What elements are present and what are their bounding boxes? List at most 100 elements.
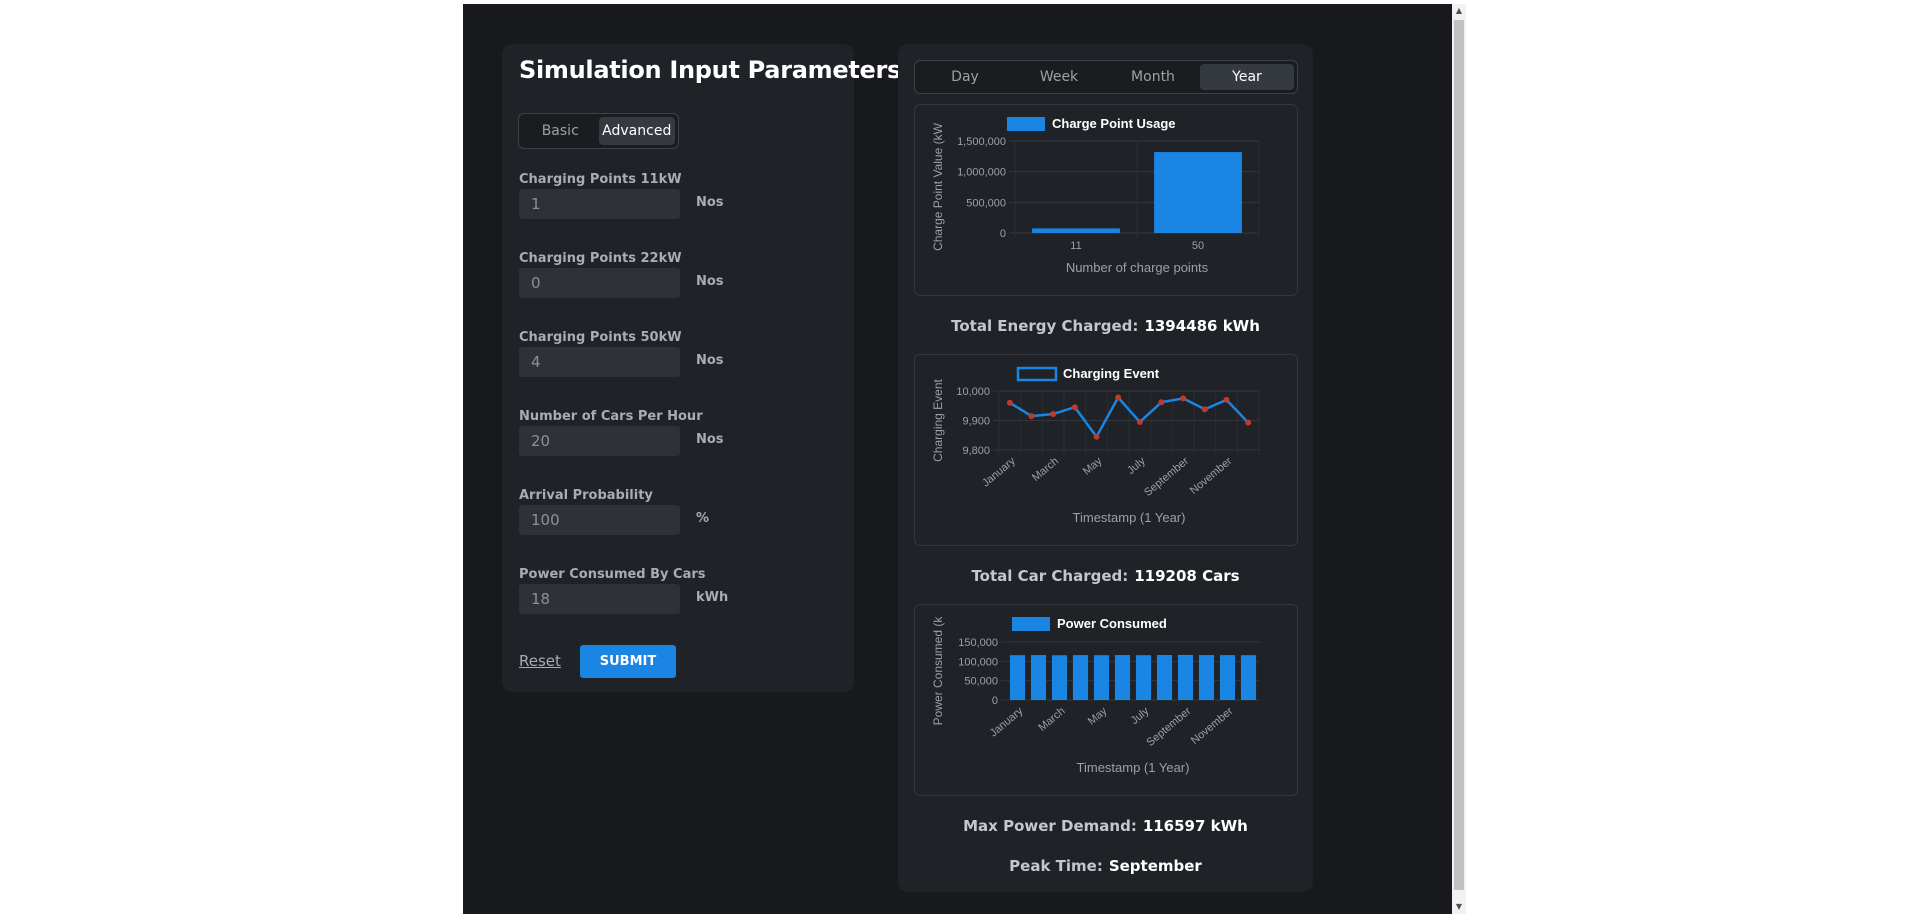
bar bbox=[1198, 655, 1215, 700]
power-consumed-input[interactable] bbox=[519, 584, 680, 614]
x-tick-label: January bbox=[988, 705, 1026, 740]
y-tick-label: 9,800 bbox=[962, 445, 990, 457]
y-tick-label: 100,000 bbox=[958, 656, 998, 668]
x-tick-label: 11 bbox=[1070, 240, 1081, 252]
charge-point-usage-chart: Charge Point Usage 0 500,000 1,000,000 1,500… bbox=[914, 104, 1298, 296]
y-axis-label: Charging Event bbox=[931, 378, 945, 461]
stat-label: Peak Time: bbox=[1009, 857, 1103, 875]
data-point bbox=[1136, 418, 1143, 425]
period-tabs: Day Week Month Year bbox=[914, 60, 1298, 94]
data-point bbox=[1050, 411, 1057, 418]
reset-link[interactable]: Reset bbox=[519, 652, 561, 670]
field-label: Power Consumed By Cars bbox=[519, 567, 706, 582]
arrival-probability-input[interactable] bbox=[519, 505, 680, 535]
field-unit: Nos bbox=[696, 274, 724, 289]
bar bbox=[1156, 654, 1173, 700]
tab-month[interactable]: Month bbox=[1106, 64, 1200, 90]
data-point bbox=[1245, 419, 1252, 426]
data-point bbox=[1201, 406, 1208, 413]
form-title: Simulation Input Parameters bbox=[519, 56, 901, 84]
field-label: Charging Points 50kW bbox=[519, 330, 682, 345]
bar bbox=[1072, 655, 1089, 700]
bar bbox=[1154, 152, 1242, 233]
data-point bbox=[1180, 395, 1187, 402]
x-axis-label: Timestamp (1 Year) bbox=[1073, 510, 1186, 525]
field-charging-points-11kw: Charging Points 11kW Nos bbox=[519, 172, 724, 219]
scroll-down-icon[interactable]: ▼ bbox=[1452, 900, 1466, 914]
field-power-consumed: Power Consumed By Cars kWh bbox=[519, 567, 728, 614]
bar bbox=[1051, 655, 1068, 700]
stat-label: Max Power Demand: bbox=[963, 817, 1137, 835]
charging-points-11kw-input[interactable] bbox=[519, 189, 680, 219]
scrollbar-thumb[interactable] bbox=[1454, 20, 1464, 890]
total-energy-stat: Total Energy Charged: 1394486 kWh bbox=[898, 317, 1313, 335]
charging-event-chart: Charging Event 9,800 9,900 10,000 Charging E… bbox=[914, 354, 1298, 546]
field-label: Charging Points 11kW bbox=[519, 172, 682, 187]
x-tick-label: September bbox=[1142, 455, 1191, 499]
charging-points-50kw-input[interactable] bbox=[519, 347, 680, 377]
stat-value: September bbox=[1108, 857, 1202, 875]
data-point bbox=[1028, 413, 1035, 420]
bar bbox=[1114, 655, 1131, 700]
field-cars-per-hour: Number of Cars Per Hour Nos bbox=[519, 409, 724, 456]
tab-advanced[interactable]: Advanced bbox=[598, 117, 675, 145]
field-unit: Nos bbox=[696, 353, 724, 368]
x-tick-label: July bbox=[1125, 455, 1148, 477]
tab-week[interactable]: Week bbox=[1012, 64, 1106, 90]
stat-label: Total Car Charged: bbox=[971, 567, 1129, 585]
bar bbox=[1032, 228, 1120, 233]
x-tick-label: March bbox=[1036, 705, 1067, 734]
y-tick-label: 500,000 bbox=[966, 197, 1006, 209]
legend-label: Charging Event bbox=[1063, 366, 1160, 381]
stat-label: Total Energy Charged: bbox=[951, 317, 1139, 335]
legend-swatch bbox=[1016, 366, 1058, 382]
y-tick-label: 0 bbox=[992, 695, 998, 707]
mode-toggle: Basic Advanced bbox=[518, 113, 679, 149]
scroll-up-icon[interactable]: ▲ bbox=[1452, 4, 1466, 18]
charging-points-22kw-input[interactable] bbox=[519, 268, 680, 298]
legend-swatch bbox=[1007, 117, 1045, 131]
tab-year[interactable]: Year bbox=[1200, 64, 1294, 90]
bar bbox=[1177, 654, 1194, 700]
data-point bbox=[1093, 433, 1100, 440]
results-panel: Day Week Month Year Charge Point Usage 0 5… bbox=[898, 44, 1313, 892]
simulation-form-panel: Simulation Input Parameters Basic Advanc… bbox=[502, 44, 901, 692]
bar bbox=[1219, 655, 1236, 700]
x-tick-label: May bbox=[1081, 455, 1105, 478]
y-tick-label: 150,000 bbox=[958, 637, 998, 649]
x-axis-label: Number of charge points bbox=[1066, 260, 1209, 275]
field-charging-points-22kw: Charging Points 22kW Nos bbox=[519, 251, 724, 298]
y-tick-label: 0 bbox=[1000, 228, 1006, 240]
x-tick-label: September bbox=[1144, 705, 1193, 749]
charge-point-usage-svg: Charge Point Usage 0 500,000 1,000,000 1,500… bbox=[931, 116, 1260, 275]
legend-swatch bbox=[1012, 617, 1050, 631]
bar bbox=[1093, 655, 1110, 700]
x-axis-label: Timestamp (1 Year) bbox=[1077, 760, 1190, 775]
field-arrival-probability: Arrival Probability % bbox=[519, 488, 709, 535]
x-tick-label: November bbox=[1189, 705, 1236, 747]
charging-event-svg: Charging Event 9,800 9,900 10,000 Charging E… bbox=[931, 366, 1260, 525]
scrollbar[interactable]: ▲ ▼ bbox=[1452, 4, 1466, 914]
y-tick-label: 50,000 bbox=[964, 676, 998, 688]
data-point bbox=[1071, 404, 1078, 411]
data-point bbox=[1006, 399, 1013, 406]
y-axis-label: Power Consumed (k bbox=[931, 616, 945, 726]
stat-value: 116597 kWh bbox=[1142, 817, 1248, 835]
bar bbox=[1240, 655, 1257, 700]
y-axis-label: Charge Point Value (kW bbox=[931, 122, 945, 251]
field-charging-points-50kw: Charging Points 50kW Nos bbox=[519, 330, 724, 377]
x-tick-label: March bbox=[1030, 455, 1061, 484]
tab-basic[interactable]: Basic bbox=[522, 117, 599, 145]
y-tick-label: 1,500,000 bbox=[957, 136, 1006, 148]
total-cars-stat: Total Car Charged: 119208 Cars bbox=[898, 567, 1313, 585]
data-point bbox=[1158, 399, 1165, 406]
submit-button[interactable]: SUBMIT bbox=[580, 645, 676, 678]
power-consumed-svg: Power Consumed 0 50,000 100,000 150,000 Power… bbox=[931, 616, 1259, 775]
field-label: Charging Points 22kW bbox=[519, 251, 682, 266]
cars-per-hour-input[interactable] bbox=[519, 426, 680, 456]
data-point bbox=[1223, 396, 1230, 403]
data-point bbox=[1115, 394, 1122, 401]
tab-day[interactable]: Day bbox=[918, 64, 1012, 90]
y-tick-label: 9,900 bbox=[962, 416, 990, 428]
field-unit: kWh bbox=[696, 590, 729, 605]
